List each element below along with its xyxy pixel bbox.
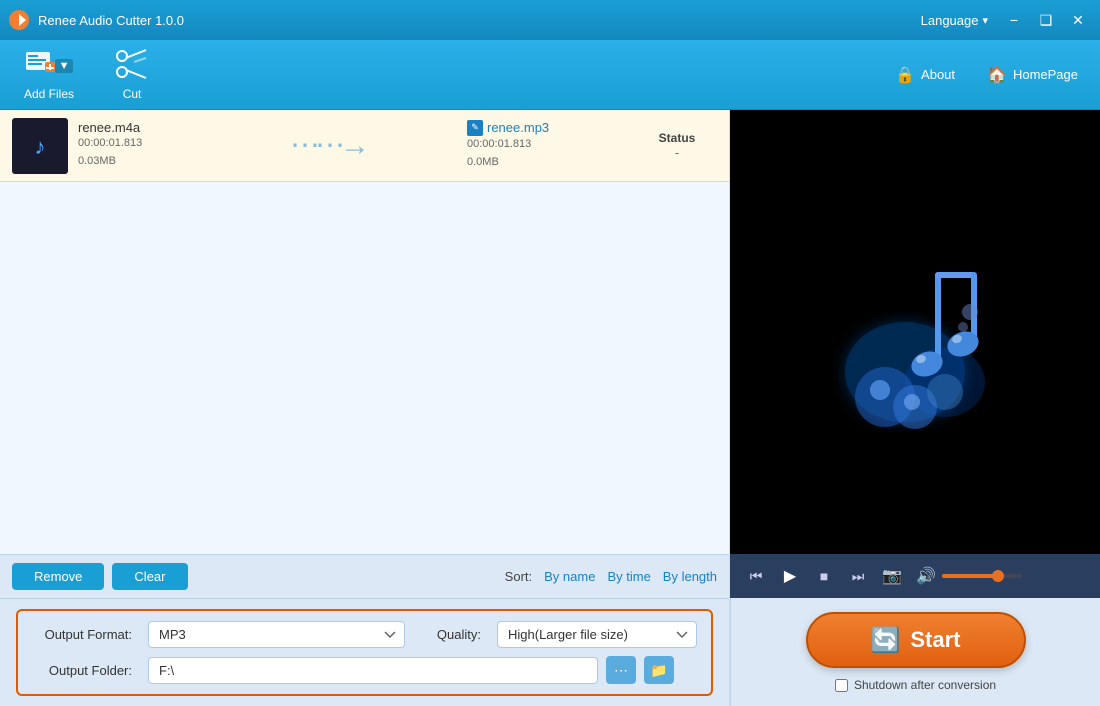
folder-row: Output Folder: ⋯ 📁 xyxy=(32,656,697,684)
source-filename: renee.m4a xyxy=(78,120,188,135)
arrow-area: ⋯⋯→ xyxy=(198,128,457,163)
stop-icon: ■ xyxy=(820,568,828,584)
status-area: Status - xyxy=(637,131,717,160)
stop-button[interactable]: ■ xyxy=(810,562,838,590)
settings-box: Output Format: MP3WAVAACFLACOGG Quality:… xyxy=(16,609,713,696)
browse-button[interactable]: ⋯ xyxy=(606,656,636,684)
open-folder-icon: 📁 xyxy=(650,662,667,679)
start-label: Start xyxy=(910,627,960,653)
restore-button[interactable]: ❑ xyxy=(1032,6,1060,34)
screenshot-button[interactable]: 📷 xyxy=(878,562,906,590)
toolbar: ▼ Add Files Cut 🔒 About xyxy=(0,40,1100,110)
about-icon: 🔒 xyxy=(895,65,915,85)
output-format-label: Output Format: xyxy=(32,627,132,642)
format-quality-row: Output Format: MP3WAVAACFLACOGG Quality:… xyxy=(32,621,697,648)
folder-input-row: ⋯ 📁 xyxy=(148,656,697,684)
app-logo-icon xyxy=(8,9,30,31)
output-duration: 00:00:01.813 xyxy=(467,136,627,154)
cut-icon xyxy=(114,48,150,83)
settings-panel: Output Format: MP3WAVAACFLACOGG Quality:… xyxy=(0,598,729,706)
quality-label: Quality: xyxy=(437,627,481,642)
main-content: ♪ renee.m4a 00:00:01.813 0.03MB ⋯⋯→ ✎ re… xyxy=(0,110,1100,706)
file-thumbnail: ♪ xyxy=(12,118,68,174)
source-size: 0.03MB xyxy=(78,153,188,171)
clear-button[interactable]: Clear xyxy=(112,563,187,590)
camera-icon: 📷 xyxy=(882,566,902,586)
convert-arrow-icon: ⋯⋯→ xyxy=(290,128,365,163)
language-label: Language xyxy=(921,13,979,28)
about-label: About xyxy=(921,67,955,82)
start-button[interactable]: 🔄 Start xyxy=(806,612,1026,668)
volume-icon: 🔊 xyxy=(916,566,936,586)
volume-fill xyxy=(942,574,998,578)
play-icon: ▶ xyxy=(784,566,796,586)
open-folder-button[interactable]: 📁 xyxy=(644,656,674,684)
language-button[interactable]: Language ▾ xyxy=(913,9,996,32)
output-filename: ✎ renee.mp3 xyxy=(467,120,627,136)
volume-area: 🔊 xyxy=(916,566,1022,586)
titlebar-left: Renee Audio Cutter 1.0.0 xyxy=(8,9,184,31)
right-bottom: 🔄 Start Shutdown after conversion xyxy=(730,598,1100,706)
sort-by-time-button[interactable]: By time xyxy=(607,569,650,584)
app-title: Renee Audio Cutter 1.0.0 xyxy=(38,13,184,28)
language-dropdown-icon: ▾ xyxy=(982,14,988,27)
titlebar-right: Language ▾ − ❑ ✕ xyxy=(913,6,1092,34)
sort-by-length-button[interactable]: By length xyxy=(663,569,717,584)
output-folder-label: Output Folder: xyxy=(32,663,132,678)
shutdown-row: Shutdown after conversion xyxy=(835,678,996,692)
close-icon: ✕ xyxy=(1072,12,1084,29)
volume-slider[interactable] xyxy=(942,574,1022,578)
homepage-button[interactable]: 🏠 HomePage xyxy=(981,61,1084,89)
file-panel: ♪ renee.m4a 00:00:01.813 0.03MB ⋯⋯→ ✎ re… xyxy=(0,110,730,706)
output-file-info: ✎ renee.mp3 00:00:01.813 0.0MB xyxy=(467,120,627,171)
output-format-select[interactable]: MP3WAVAACFLACOGG xyxy=(148,621,405,648)
add-files-button[interactable]: ▼ Add Files xyxy=(16,44,82,105)
minimize-icon: − xyxy=(1010,12,1018,28)
skip-back-button[interactable]: ⏮ xyxy=(742,562,770,590)
output-size: 0.0MB xyxy=(467,154,627,172)
edit-icon: ✎ xyxy=(467,120,483,136)
homepage-label: HomePage xyxy=(1013,67,1078,82)
browse-icon: ⋯ xyxy=(614,662,628,679)
sort-label: Sort: xyxy=(505,569,532,584)
sort-area: Sort: By name By time By length xyxy=(505,569,717,584)
source-duration: 00:00:01.813 xyxy=(78,135,188,153)
skip-forward-button[interactable]: ⏭ xyxy=(844,562,872,590)
remove-button[interactable]: Remove xyxy=(12,563,104,590)
preview-area xyxy=(730,110,1100,554)
right-panel: ⏮ ▶ ■ ⏭ 📷 🔊 xyxy=(730,110,1100,706)
sort-by-name-button[interactable]: By name xyxy=(544,569,595,584)
skip-forward-icon: ⏭ xyxy=(852,568,865,585)
homepage-icon: 🏠 xyxy=(987,65,1007,85)
cut-button[interactable]: Cut xyxy=(106,44,158,105)
about-button[interactable]: 🔒 About xyxy=(889,61,961,89)
output-folder-input[interactable] xyxy=(148,657,598,684)
table-row[interactable]: ♪ renee.m4a 00:00:01.813 0.03MB ⋯⋯→ ✎ re… xyxy=(0,110,729,182)
toolbar-right: 🔒 About 🏠 HomePage xyxy=(889,61,1084,89)
quality-select[interactable]: High(Larger file size)MediumLow xyxy=(497,621,697,648)
start-icon: 🔄 xyxy=(870,626,900,655)
play-button[interactable]: ▶ xyxy=(776,562,804,590)
bottom-controls: Remove Clear Sort: By name By time By le… xyxy=(0,554,729,598)
add-files-icon xyxy=(25,48,57,83)
music-visual xyxy=(815,232,1015,432)
svg-text:♪: ♪ xyxy=(35,134,46,159)
shutdown-label: Shutdown after conversion xyxy=(854,678,996,692)
toolbar-left: ▼ Add Files Cut xyxy=(16,44,158,105)
source-file-info: renee.m4a 00:00:01.813 0.03MB xyxy=(78,120,188,170)
skip-back-icon: ⏮ xyxy=(750,568,763,585)
minimize-button[interactable]: − xyxy=(1000,6,1028,34)
close-button[interactable]: ✕ xyxy=(1064,6,1092,34)
titlebar: Renee Audio Cutter 1.0.0 Language ▾ − ❑ … xyxy=(0,0,1100,40)
add-files-label: Add Files xyxy=(24,87,74,101)
restore-icon: ❑ xyxy=(1040,12,1053,29)
status-label: Status xyxy=(637,131,717,145)
status-value: - xyxy=(637,145,717,160)
add-files-dropdown-icon[interactable]: ▼ xyxy=(55,59,74,73)
shutdown-checkbox[interactable] xyxy=(835,679,848,692)
volume-thumb xyxy=(992,570,1004,582)
cut-label: Cut xyxy=(123,87,142,101)
file-list: ♪ renee.m4a 00:00:01.813 0.03MB ⋯⋯→ ✎ re… xyxy=(0,110,729,554)
player-controls: ⏮ ▶ ■ ⏭ 📷 🔊 xyxy=(730,554,1100,598)
